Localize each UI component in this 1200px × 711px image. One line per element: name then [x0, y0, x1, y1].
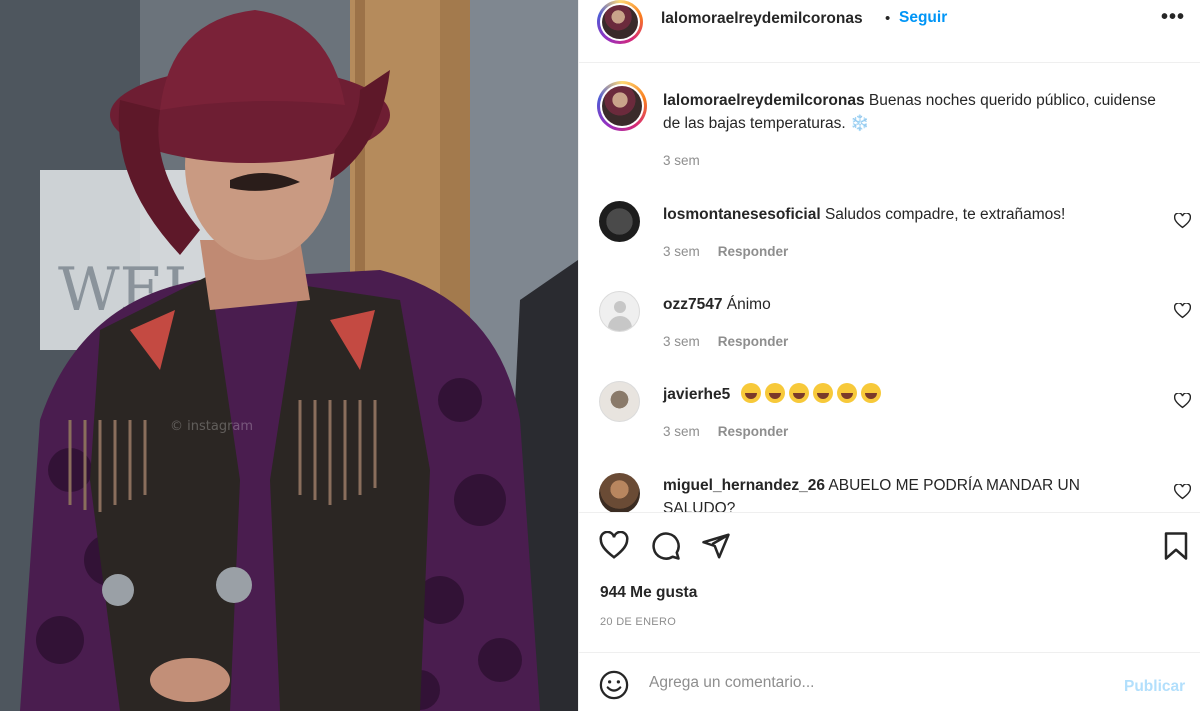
author-username[interactable]: lalomoraelreydemilcoronas [661, 10, 863, 28]
reply-button[interactable]: Responder [718, 334, 789, 349]
comments-scroll-area[interactable]: lalomoraelreydemilcoronas Buenas noches … [579, 62, 1200, 512]
laughing-emoji-icon [788, 383, 809, 403]
photo-watermark: © instagram [170, 419, 253, 434]
post-photo[interactable]: WELC © instagram [0, 0, 578, 711]
comment-input[interactable] [649, 671, 1109, 695]
laughing-emoji-icon [740, 383, 761, 403]
laughing-emoji-icon [764, 383, 785, 403]
comment-composer: Publicar [579, 652, 1200, 711]
comment-text-block: javierhe5 [663, 383, 1163, 406]
author-avatar[interactable] [597, 0, 643, 44]
comment-body: Ánimo [726, 296, 771, 313]
post-actions: 944 Me gusta 20 DE ENERO [579, 512, 1200, 652]
like-comment-heart-icon[interactable] [1174, 484, 1191, 500]
caption-timestamp: 3 sem [663, 153, 700, 168]
comment-meta: 3 sem Responder [663, 244, 788, 259]
laughing-emoji-icon [812, 383, 833, 403]
emoji-smiley-icon[interactable] [599, 670, 629, 700]
save-bookmark-icon[interactable] [1161, 531, 1191, 561]
comment-text-block: ozz7547 Ánimo [663, 293, 1163, 316]
laughing-emoji-icon [836, 383, 857, 403]
like-comment-heart-icon[interactable] [1174, 213, 1191, 229]
comment-avatar[interactable] [599, 473, 640, 512]
like-comment-heart-icon[interactable] [1174, 303, 1191, 319]
post-detail-panel: lalomoraelreydemilcoronas • Seguir ••• l… [578, 0, 1200, 711]
comment-avatar[interactable] [599, 201, 640, 242]
header-separator: • [885, 10, 891, 27]
reply-button[interactable]: Responder [718, 424, 789, 439]
more-options-icon[interactable]: ••• [1161, 6, 1185, 29]
follow-button[interactable]: Seguir [899, 9, 947, 27]
publish-button[interactable]: Publicar [1124, 678, 1185, 696]
caption-avatar[interactable] [597, 81, 647, 131]
comment-username[interactable]: losmontanesesoficial [663, 206, 821, 223]
comment-text-block: miguel_hernandez_26 ABUELO ME PODRÍA MAN… [663, 474, 1133, 512]
likes-count[interactable]: 944 Me gusta [600, 584, 697, 602]
caption-username[interactable]: lalomoraelreydemilcoronas [663, 92, 865, 109]
comment-meta: 3 sem Responder [663, 424, 788, 439]
comment-text-block: losmontanesesoficial Saludos compadre, t… [663, 203, 1163, 226]
comment-avatar[interactable] [599, 381, 640, 422]
caption-text-block: lalomoraelreydemilcoronas Buenas noches … [663, 89, 1163, 135]
laughing-emoji-icon [860, 383, 881, 403]
comment-timestamp: 3 sem [663, 424, 700, 439]
comment-username[interactable]: ozz7547 [663, 296, 722, 313]
like-comment-heart-icon[interactable] [1174, 393, 1191, 409]
comment-timestamp: 3 sem [663, 334, 700, 349]
reply-button[interactable]: Responder [718, 244, 789, 259]
comment-bubble-icon[interactable] [651, 531, 681, 561]
laughing-emoji-row [740, 383, 885, 403]
comment-avatar-placeholder[interactable] [599, 291, 640, 332]
photo-illustration: WELC © instagram [0, 0, 578, 711]
comment-meta: 3 sem Responder [663, 334, 788, 349]
post-date[interactable]: 20 DE ENERO [600, 616, 676, 628]
comment-username[interactable]: miguel_hernandez_26 [663, 477, 825, 494]
post-header: lalomoraelreydemilcoronas • Seguir ••• [579, 0, 1200, 44]
comment-body: Saludos compadre, te extrañamos! [824, 206, 1066, 223]
share-send-icon[interactable] [701, 531, 731, 561]
comment-timestamp: 3 sem [663, 244, 700, 259]
comment-username[interactable]: javierhe5 [663, 386, 730, 403]
like-heart-icon[interactable] [599, 531, 629, 561]
